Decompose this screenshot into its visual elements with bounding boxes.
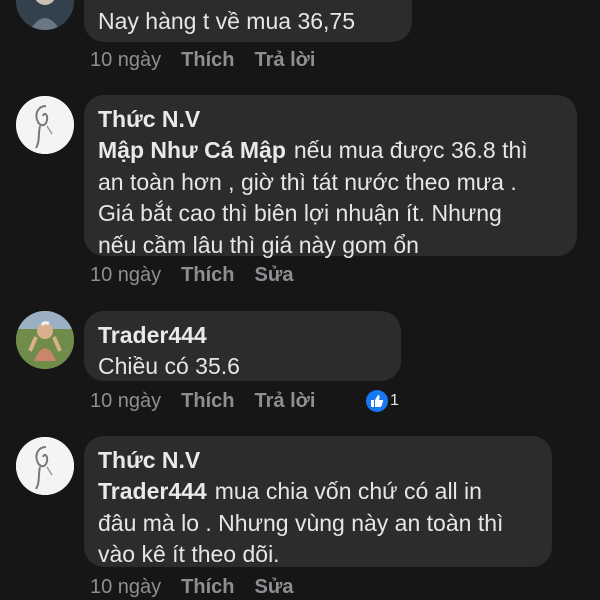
comment-bubble[interactable]: Trader444 Chiều có 35.6: [84, 311, 401, 381]
comment-author[interactable]: Trader444: [98, 319, 385, 351]
comment-meta: 10 ngày Thích Trả lời: [90, 48, 335, 72]
comment-meta: 10 ngày Thích Trả lời: [90, 389, 335, 413]
comment-line: vào kê ít theo dõi.: [98, 541, 280, 567]
comment-text: Trader444 mua chia vốn chứ có all in đâu …: [98, 476, 536, 571]
comment-text: Nay hàng t về mua 36,75: [98, 8, 355, 34]
mention-link[interactable]: Mập Như Cá Mập: [98, 137, 286, 163]
like-button[interactable]: Thích: [181, 389, 234, 413]
thumbs-up-icon: [366, 390, 388, 412]
reaction-summary[interactable]: 1: [366, 390, 399, 412]
user-photo-icon: [16, 311, 74, 369]
comment-author[interactable]: Thức N.V: [98, 444, 536, 476]
comment-timestamp[interactable]: 10 ngày: [90, 263, 161, 287]
reaction-count: 1: [390, 392, 399, 409]
comment-bubble[interactable]: Nay hàng t về mua 36,75: [84, 0, 412, 42]
user-photo-icon: [16, 0, 74, 30]
comment-text: Mập Như Cá Mập nếu mua được 36.8 thì an t…: [98, 135, 561, 261]
like-button[interactable]: Thích: [181, 263, 234, 287]
avatar[interactable]: [16, 96, 74, 154]
sketch-avatar-icon: [16, 96, 74, 154]
comment-line: nếu mua được 36.8 thì: [293, 137, 528, 163]
avatar[interactable]: [16, 311, 74, 369]
like-button[interactable]: Thích: [181, 48, 234, 72]
comment-timestamp[interactable]: 10 ngày: [90, 389, 161, 413]
comment-text: Chiều có 35.6: [98, 353, 240, 379]
comment-line: Giá bắt cao thì biên lợi nhuận ít. Nhưng: [98, 200, 502, 226]
comment-timestamp[interactable]: 10 ngày: [90, 575, 161, 599]
comment-thread: Nay hàng t về mua 36,75 10 ngày Thích Tr…: [0, 0, 600, 600]
comment-bubble[interactable]: Thức N.V Mập Như Cá Mập nếu mua được 36.8…: [84, 95, 577, 258]
avatar[interactable]: [16, 437, 74, 495]
comment-author[interactable]: Thức N.V: [98, 103, 561, 135]
edit-button[interactable]: Sửa: [255, 263, 294, 287]
comment-timestamp[interactable]: 10 ngày: [90, 48, 161, 72]
comment-bubble[interactable]: Thức N.V Trader444 mua chia vốn chứ có al…: [84, 436, 552, 567]
comment-line: an toàn hơn , giờ thì tát nước theo mưa …: [98, 168, 517, 195]
mention-link[interactable]: Trader444: [98, 478, 207, 504]
edit-button[interactable]: Sửa: [255, 575, 294, 599]
like-button[interactable]: Thích: [181, 575, 234, 599]
comment-meta: 10 ngày Thích Sửa: [90, 263, 313, 287]
avatar[interactable]: [16, 0, 74, 30]
reply-button[interactable]: Trả lời: [255, 389, 316, 413]
comment-meta: 10 ngày Thích Sửa: [90, 575, 313, 599]
reply-button[interactable]: Trả lời: [255, 48, 316, 72]
comment-line: nếu cầm lâu thì giá này gom ổn: [98, 231, 419, 258]
comment-line: mua chia vốn chứ có all in: [214, 478, 482, 504]
sketch-avatar-icon: [16, 437, 74, 495]
comment-line: đâu mà lo . Nhưng vùng này an toàn thì: [98, 509, 504, 536]
